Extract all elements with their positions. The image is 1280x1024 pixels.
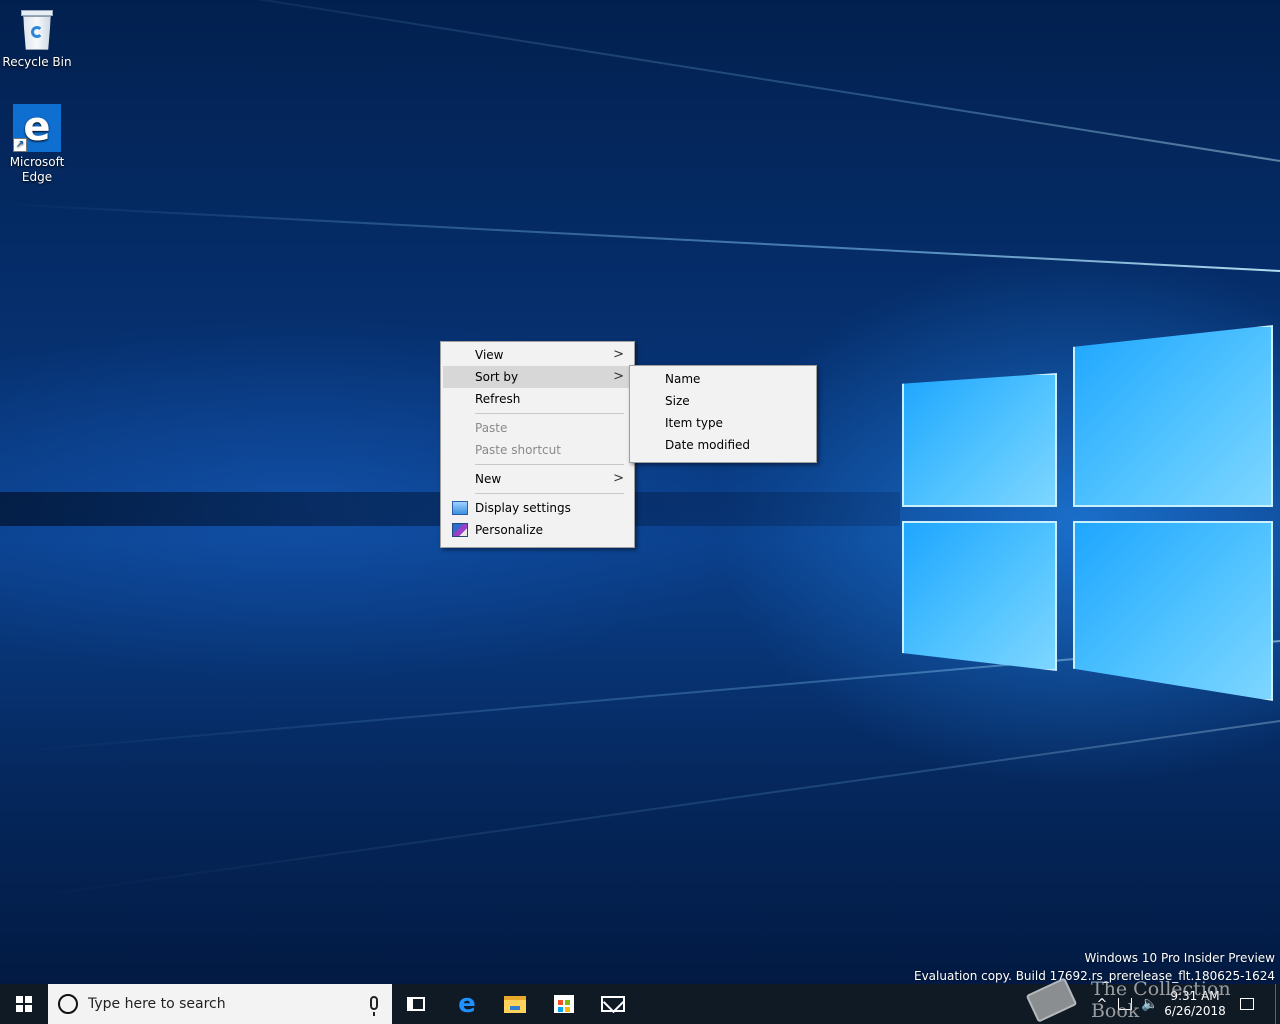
windows-logo bbox=[895, 325, 1280, 715]
menu-item-label: Item type bbox=[665, 416, 723, 430]
chevron-right-icon: > bbox=[613, 471, 624, 486]
menu-item-personalize[interactable]: Personalize bbox=[443, 519, 632, 541]
desktop-icon-label: Recycle Bin bbox=[2, 55, 72, 69]
taskbar-store-button[interactable] bbox=[540, 984, 588, 1024]
menu-item-display-settings[interactable]: Display settings bbox=[443, 497, 632, 519]
watermark-line-1: Windows 10 Pro Insider Preview bbox=[1084, 951, 1275, 965]
menu-item-sort-by[interactable]: Sort by > bbox=[443, 366, 632, 388]
desktop-icon-recycle-bin[interactable]: Recycle Bin bbox=[0, 8, 74, 70]
personalize-icon bbox=[452, 523, 468, 537]
chevron-right-icon: > bbox=[613, 369, 624, 384]
menu-item-label: Display settings bbox=[475, 501, 571, 515]
mail-icon bbox=[601, 996, 625, 1012]
logo-pane bbox=[902, 521, 1057, 671]
microphone-icon[interactable] bbox=[370, 996, 378, 1016]
search-box[interactable]: Type here to search bbox=[48, 984, 392, 1024]
task-view-button[interactable] bbox=[392, 984, 440, 1024]
sort-by-submenu: Name Size Item type Date modified bbox=[629, 365, 817, 463]
menu-separator bbox=[475, 413, 624, 414]
menu-item-label: New bbox=[475, 472, 502, 486]
shortcut-arrow-icon: ↗ bbox=[13, 138, 27, 152]
desktop-background[interactable]: Recycle Bin e ↗ Microsoft Edge Windows 1… bbox=[0, 0, 1280, 984]
edge-icon: e ↗ bbox=[13, 104, 61, 152]
desktop-icon-microsoft-edge[interactable]: e ↗ Microsoft Edge bbox=[0, 104, 74, 185]
sort-by-date-modified[interactable]: Date modified bbox=[632, 434, 814, 456]
display-settings-icon bbox=[452, 501, 468, 515]
taskbar-edge-button[interactable]: e bbox=[443, 984, 491, 1024]
watermark-text: The Collection Book bbox=[1090, 978, 1231, 1022]
sort-by-item-type[interactable]: Item type bbox=[632, 412, 814, 434]
menu-item-label: Name bbox=[665, 372, 701, 386]
recycle-bin-icon bbox=[19, 8, 55, 52]
light-beam bbox=[15, 0, 1280, 162]
task-view-icon bbox=[407, 997, 425, 1011]
menu-item-label: Paste shortcut bbox=[475, 443, 561, 457]
taskbar-file-explorer-button[interactable] bbox=[491, 984, 539, 1024]
desktop-icon-label: Microsoft Edge bbox=[9, 155, 65, 184]
chevron-right-icon: > bbox=[613, 347, 624, 362]
collection-book-watermark: The Collection Book bbox=[1025, 977, 1280, 1023]
menu-item-paste-shortcut: Paste shortcut bbox=[443, 439, 632, 461]
menu-item-label: View bbox=[475, 348, 504, 362]
menu-item-view[interactable]: View > bbox=[443, 344, 632, 366]
file-explorer-icon bbox=[504, 995, 526, 1013]
menu-item-label: Personalize bbox=[475, 523, 544, 537]
logo-pane bbox=[1073, 521, 1273, 701]
light-beam bbox=[1, 203, 1280, 272]
book-icon bbox=[1025, 977, 1078, 1023]
menu-item-paste: Paste bbox=[443, 417, 632, 439]
taskbar-mail-button[interactable] bbox=[589, 984, 637, 1024]
edge-icon: e bbox=[458, 989, 476, 1019]
menu-item-label: Refresh bbox=[475, 392, 521, 406]
store-icon bbox=[554, 995, 574, 1013]
menu-separator bbox=[475, 464, 624, 465]
menu-item-label: Date modified bbox=[665, 438, 751, 452]
menu-item-label: Sort by bbox=[475, 370, 519, 384]
light-beam bbox=[12, 720, 1280, 901]
start-button[interactable] bbox=[0, 984, 48, 1024]
windows-start-icon bbox=[16, 996, 32, 1012]
search-placeholder: Type here to search bbox=[88, 996, 226, 1012]
menu-separator bbox=[475, 493, 624, 494]
menu-item-new[interactable]: New > bbox=[443, 468, 632, 490]
cortana-icon bbox=[58, 994, 78, 1014]
menu-item-label: Size bbox=[665, 394, 690, 408]
desktop-context-menu: View > Sort by > Refresh Paste Paste sho… bbox=[440, 341, 635, 548]
menu-item-label: Paste bbox=[475, 421, 508, 435]
menu-item-refresh[interactable]: Refresh bbox=[443, 388, 632, 410]
logo-pane bbox=[902, 373, 1057, 507]
sort-by-name[interactable]: Name bbox=[632, 368, 814, 390]
sort-by-size[interactable]: Size bbox=[632, 390, 814, 412]
logo-pane bbox=[1073, 325, 1273, 507]
